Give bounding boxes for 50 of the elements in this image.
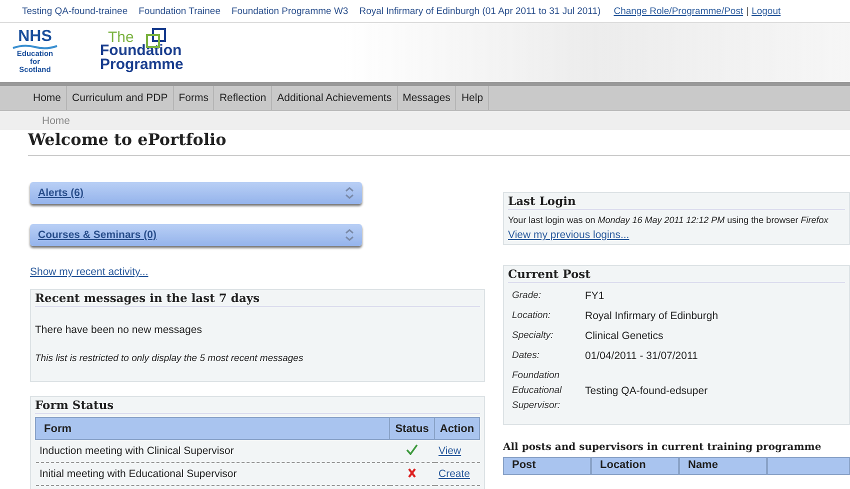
user-context-text: Foundation Programme W3 — [232, 6, 348, 16]
previous-logins-link[interactable]: View my previous logins... — [508, 229, 630, 241]
field-value: Clinical Genetics — [585, 330, 664, 342]
nav-tab[interactable]: Forms — [174, 86, 214, 110]
note-text: This list is restricted to only display the 5 most recent messages — [35, 353, 304, 364]
recent-activity-link[interactable]: Show my recent activity... — [30, 266, 148, 278]
nav-tab[interactable]: Help — [456, 86, 490, 110]
field-value: Testing QA-found-edsuper — [585, 384, 709, 396]
empty-message-text: There have been no new messages — [35, 324, 203, 336]
user-context-text: Foundation Trainee — [138, 6, 220, 16]
panel-title: Current Post — [508, 266, 845, 283]
expand-chevron-icon — [345, 187, 354, 199]
nav-tab[interactable]: Curriculum and PDP — [67, 86, 174, 110]
column-header: Status — [390, 418, 434, 440]
column-header: Form — [36, 418, 390, 440]
field-value: Royal Infirmary of Edinburgh — [585, 310, 720, 322]
action-link[interactable]: Create — [438, 468, 470, 480]
column-header: Action — [434, 418, 480, 440]
table-cell: Induction meeting with Clinical Supervisor — [36, 440, 390, 462]
action-link[interactable]: View — [438, 445, 462, 457]
nav-tab[interactable]: Messages — [398, 86, 456, 110]
nav-tab[interactable]: Reflection — [214, 86, 272, 110]
logout-link[interactable]: Logout — [752, 6, 781, 16]
page-title: Welcome to ePortfolio — [28, 130, 850, 156]
table-cell: Initial meeting with Educational Supervisor — [36, 462, 390, 486]
column-header: Name — [679, 457, 767, 475]
field-label: Specialty: — [512, 329, 554, 343]
separator-text: | — [746, 6, 749, 16]
panel-title: Last Login — [508, 193, 845, 210]
field-label: Foundation Educational Supervisor: — [512, 369, 563, 413]
user-context-text: Royal Infirmary of Edinburgh (01 Apr 2011 to 31 Jul 2011) — [359, 6, 601, 16]
accordion-header[interactable]: Alerts (6) — [30, 182, 362, 204]
column-header: Location — [591, 457, 679, 475]
nav-tab[interactable]: Additional Achievements — [272, 86, 398, 110]
foundation-programme-logo: The Foundation Programme — [100, 31, 184, 72]
field-value: 01/04/2011 - 31/07/2011 — [585, 350, 699, 362]
field-value: FY1 — [585, 290, 606, 302]
accordion-header[interactable]: Courses & Seminars (0) — [30, 224, 362, 246]
nav-tab[interactable]: Home — [28, 86, 68, 110]
section-title: All posts and supervisors in current training programme — [503, 441, 822, 454]
field-label: Grade: — [512, 289, 542, 303]
field-label: Location: — [512, 309, 552, 323]
change-role-link[interactable]: Change Role/Programme/Post — [614, 6, 744, 16]
last-login-text: Your last login was on Monday 16 May 2011 12:12 PM using the browser Firefox — [508, 214, 830, 226]
field-label: Dates: — [512, 349, 540, 363]
panel-title: Recent messages in the last 7 days — [35, 290, 480, 307]
expand-chevron-icon — [345, 229, 354, 241]
user-context-text: Testing QA-found-trainee — [22, 6, 128, 16]
panel-title: Form Status — [35, 397, 480, 414]
column-header: Post — [503, 457, 591, 475]
